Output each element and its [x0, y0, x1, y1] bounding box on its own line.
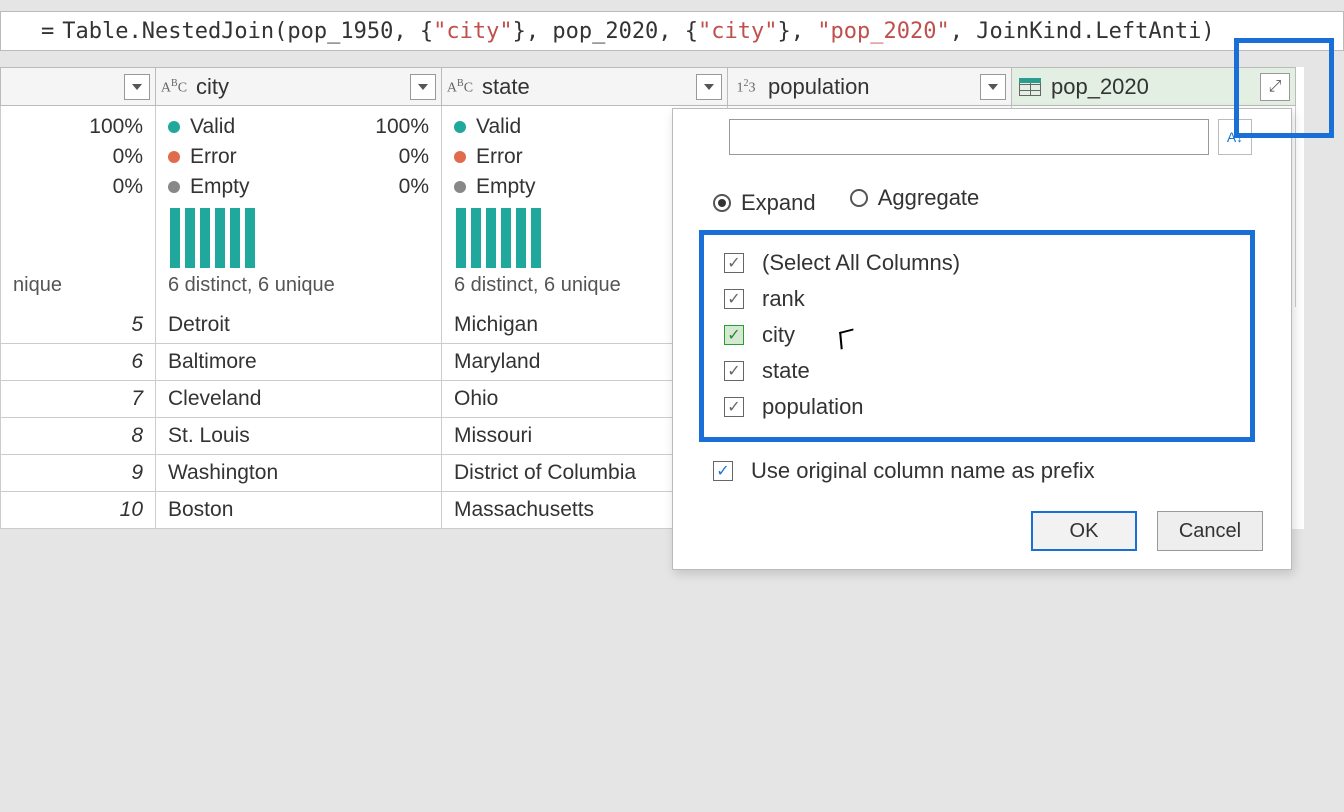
search-input[interactable] [729, 119, 1209, 155]
number-type-icon: 123 [728, 76, 764, 98]
error-dot-icon [168, 151, 180, 163]
quality-cell-city: Valid100% Error0% Empty0% 6 distinct, 6 … [156, 106, 442, 307]
checkbox-select-all[interactable]: (Select All Columns) [724, 245, 1236, 281]
checkbox-icon [724, 361, 744, 381]
checkbox-icon [724, 325, 744, 345]
cell-city: St. Louis [156, 418, 442, 455]
mode-selector: Expand Aggregate [713, 185, 1273, 216]
cancel-button[interactable]: Cancel [1157, 511, 1263, 551]
checkbox-icon [724, 397, 744, 417]
radio-expand[interactable]: Expand [713, 190, 816, 216]
valid-dot-icon [168, 121, 180, 133]
formula-bar[interactable]: = Table.NestedJoin(pop_1950, {"city"}, p… [0, 11, 1344, 51]
filter-dropdown-icon[interactable] [980, 74, 1006, 100]
empty-dot-icon [168, 181, 180, 193]
text-type-icon: ABC [442, 76, 478, 98]
checkbox-col-city[interactable]: city [724, 317, 1236, 353]
checkbox-use-prefix[interactable]: Use original column name as prefix [713, 458, 1273, 484]
text-type-icon: ABC [156, 76, 192, 98]
valid-dot-icon [454, 121, 466, 133]
empty-dot-icon [454, 181, 466, 193]
column-header-state[interactable]: ABC state [442, 67, 728, 106]
filter-dropdown-icon[interactable] [124, 74, 150, 100]
table-type-icon [1019, 78, 1041, 96]
column-header-index[interactable] [0, 67, 156, 106]
checkbox-icon [713, 461, 733, 481]
checkbox-col-population[interactable]: population [724, 389, 1236, 425]
filter-dropdown-icon[interactable] [410, 74, 436, 100]
cell-index: 9 [0, 455, 156, 492]
cell-index: 10 [0, 492, 156, 529]
columns-select-box: (Select All Columns) rankcitystatepopula… [699, 230, 1255, 442]
filter-dropdown-icon[interactable] [696, 74, 722, 100]
column-name: population [764, 74, 980, 100]
ok-button[interactable]: OK [1031, 511, 1137, 551]
cell-city: Washington [156, 455, 442, 492]
formula-equals: = [41, 19, 54, 44]
checkbox-icon [724, 253, 744, 273]
checkbox-col-rank[interactable]: rank [724, 281, 1236, 317]
expand-column-popup: A↓ Expand Aggregate (Select All Columns)… [672, 108, 1292, 570]
column-header-pop-2020[interactable]: pop_2020 ⤢ [1012, 67, 1296, 106]
cell-index: 8 [0, 418, 156, 455]
column-name: city [192, 74, 410, 100]
cell-city: Boston [156, 492, 442, 529]
cell-city: Detroit [156, 307, 442, 344]
cell-index: 7 [0, 381, 156, 418]
button-row: OK Cancel [1031, 511, 1263, 551]
expand-column-icon[interactable]: ⤢ [1260, 73, 1290, 101]
column-name: state [478, 74, 696, 100]
cell-city: Cleveland [156, 381, 442, 418]
distribution-bars [168, 208, 429, 268]
column-header-population[interactable]: 123 population [728, 67, 1012, 106]
radio-aggregate[interactable]: Aggregate [850, 185, 980, 211]
column-name: pop_2020 [1047, 74, 1260, 100]
quality-cell-index: 100% 0% 0% nique [0, 106, 156, 307]
sort-button[interactable]: A↓ [1218, 119, 1252, 155]
checkbox-icon [724, 289, 744, 309]
cell-index: 6 [0, 344, 156, 381]
table-header-row: ABC city ABC state 123 population pop_20… [0, 67, 1304, 106]
error-dot-icon [454, 151, 466, 163]
checkbox-col-state[interactable]: state [724, 353, 1236, 389]
cell-city: Baltimore [156, 344, 442, 381]
column-header-city[interactable]: ABC city [156, 67, 442, 106]
cell-index: 5 [0, 307, 156, 344]
formula-text: Table.NestedJoin(pop_1950, {"city"}, pop… [62, 19, 1214, 44]
